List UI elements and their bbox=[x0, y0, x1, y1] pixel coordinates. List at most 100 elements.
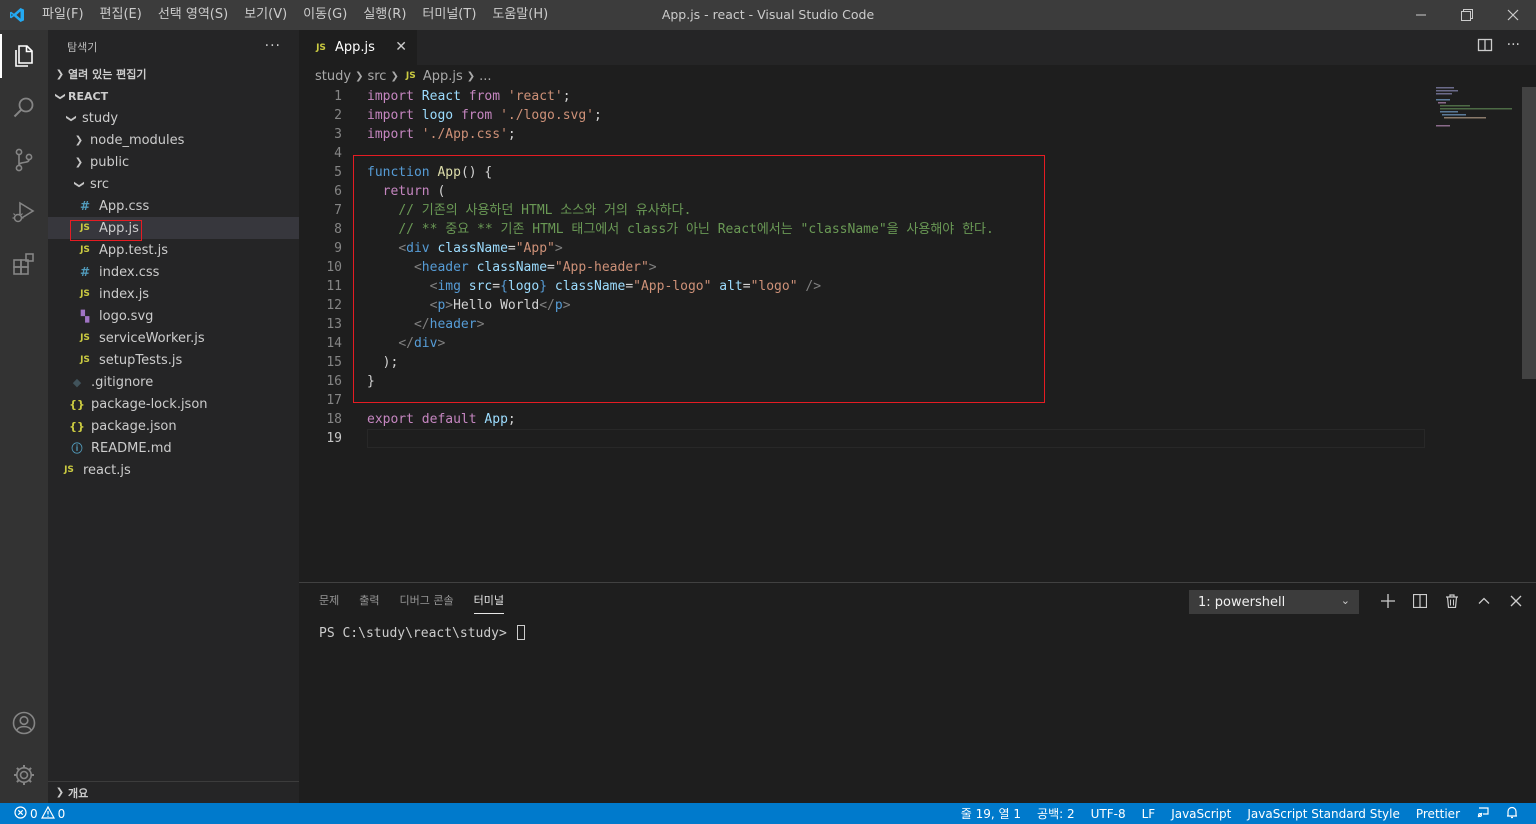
more-actions-icon[interactable]: ··· bbox=[1507, 37, 1520, 57]
terminal-output[interactable]: PS C:\study\react\study> bbox=[319, 625, 525, 641]
app-js-highlight-box bbox=[70, 220, 142, 241]
language-mode[interactable]: JavaScript bbox=[1163, 807, 1239, 821]
tab-app-js[interactable]: JS App.js ✕ bbox=[299, 30, 417, 65]
search-icon[interactable] bbox=[0, 82, 48, 134]
json-file-icon: {} bbox=[69, 419, 85, 433]
line-number: 1 bbox=[334, 89, 342, 104]
menu-file[interactable]: 파일(F) bbox=[34, 0, 92, 30]
editor-scrollbar[interactable] bbox=[1522, 87, 1536, 582]
tree-file-logo-svg[interactable]: ▚ logo.svg bbox=[48, 305, 299, 327]
problems-status[interactable]: 0 0 bbox=[14, 803, 65, 824]
open-editors-section[interactable]: ❯ 열려 있는 편집기 bbox=[48, 63, 299, 85]
end-of-line[interactable]: LF bbox=[1134, 807, 1164, 821]
error-count: 0 bbox=[30, 806, 38, 821]
bottom-panel: 문제 출력 디버그 콘솔 터미널 1: powershell ⌄ PS C:\s… bbox=[299, 582, 1536, 803]
outline-section[interactable]: ❯ 개요 bbox=[48, 781, 299, 803]
split-terminal-icon[interactable] bbox=[1410, 591, 1430, 611]
explorer-sidebar: 탐색기 ··· ❯ 열려 있는 편집기 ❯ REACT ❯ study ❯ no… bbox=[48, 30, 299, 803]
menu-run[interactable]: 실행(R) bbox=[355, 0, 414, 30]
run-debug-icon[interactable] bbox=[0, 186, 48, 238]
tree-label: package-lock.json bbox=[91, 396, 208, 412]
tree-folder-node-modules[interactable]: ❯ node_modules bbox=[48, 129, 299, 151]
code-editor[interactable]: 1 import React from 'react'; 2 import logo… bbox=[299, 87, 1536, 582]
info-file-icon: ⓘ bbox=[71, 442, 83, 455]
tab-problems[interactable]: 문제 bbox=[309, 583, 349, 618]
vscode-logo-icon bbox=[0, 0, 34, 30]
tree-file-app-css[interactable]: # App.css bbox=[48, 195, 299, 217]
tree-file-index-js[interactable]: JS index.js bbox=[48, 283, 299, 305]
extensions-icon[interactable] bbox=[0, 238, 48, 290]
linter-status[interactable]: JavaScript Standard Style bbox=[1239, 807, 1408, 821]
menu-edit[interactable]: 편집(E) bbox=[92, 0, 150, 30]
tree-file-package-lock-json[interactable]: {} package-lock.json bbox=[48, 393, 299, 415]
outline-label: 개요 bbox=[68, 786, 89, 800]
chevron-down-icon: ❯ bbox=[73, 179, 85, 189]
workspace-section[interactable]: ❯ REACT bbox=[48, 85, 299, 107]
explorer-icon[interactable] bbox=[0, 30, 48, 82]
line-number: 13 bbox=[326, 317, 342, 332]
prettier-status[interactable]: Prettier bbox=[1408, 807, 1468, 821]
tree-file-setuptests-js[interactable]: JS setupTests.js bbox=[48, 349, 299, 371]
current-line-highlight bbox=[367, 429, 1425, 448]
manage-gear-icon[interactable] bbox=[0, 749, 48, 801]
close-window-button[interactable] bbox=[1490, 0, 1536, 30]
indentation[interactable]: 공백: 2 bbox=[1029, 805, 1083, 822]
encoding[interactable]: UTF-8 bbox=[1083, 807, 1134, 821]
notifications-bell-icon[interactable] bbox=[1498, 806, 1526, 822]
line-number: 16 bbox=[326, 374, 342, 389]
split-editor-icon[interactable] bbox=[1477, 37, 1493, 57]
tree-folder-study[interactable]: ❯ study bbox=[48, 107, 299, 129]
tree-file-readme-md[interactable]: ⓘ README.md bbox=[48, 437, 299, 459]
tree-label: index.js bbox=[99, 286, 150, 302]
tree-file-app-test-js[interactable]: JS App.test.js bbox=[48, 239, 299, 261]
tab-label: App.js bbox=[335, 40, 375, 55]
accounts-icon[interactable] bbox=[0, 697, 48, 749]
menu-selection[interactable]: 선택 영역(S) bbox=[150, 0, 236, 30]
tree-label: index.css bbox=[99, 264, 160, 280]
chevron-down-icon: ❯ bbox=[54, 91, 66, 101]
scrollbar-thumb[interactable] bbox=[1522, 87, 1536, 379]
tree-folder-src[interactable]: ❯ src bbox=[48, 173, 299, 195]
terminal-select[interactable]: 1: powershell ⌄ bbox=[1189, 590, 1359, 614]
code-text: import logo from './logo.svg'; bbox=[367, 108, 602, 123]
workspace-label: REACT bbox=[68, 89, 109, 103]
js-file-icon: JS bbox=[80, 333, 90, 343]
menu-go[interactable]: 이동(G) bbox=[295, 0, 355, 30]
restore-button[interactable] bbox=[1444, 0, 1490, 30]
line-number: 2 bbox=[334, 108, 342, 123]
tree-file-package-json[interactable]: {} package.json bbox=[48, 415, 299, 437]
menu-terminal[interactable]: 터미널(T) bbox=[414, 0, 484, 30]
tree-label: .gitignore bbox=[91, 374, 154, 390]
css-file-icon: # bbox=[79, 265, 91, 279]
warning-count: 0 bbox=[57, 806, 66, 821]
breadcrumb-item[interactable]: src bbox=[367, 69, 386, 84]
tree-label: package.json bbox=[91, 418, 177, 434]
tree-label: App.test.js bbox=[99, 242, 169, 258]
close-tab-icon[interactable]: ✕ bbox=[395, 39, 407, 55]
menu-help[interactable]: 도움말(H) bbox=[484, 0, 556, 30]
breadcrumb-item[interactable]: ... bbox=[479, 69, 491, 84]
cursor-position[interactable]: 줄 19, 열 1 bbox=[953, 805, 1029, 822]
feedback-icon[interactable] bbox=[1468, 806, 1498, 822]
tab-debug-console[interactable]: 디버그 콘솔 bbox=[390, 583, 464, 618]
close-panel-icon[interactable] bbox=[1506, 591, 1526, 611]
tree-file-index-css[interactable]: # index.css bbox=[48, 261, 299, 283]
tree-folder-public[interactable]: ❯ public bbox=[48, 151, 299, 173]
chevron-right-icon: ❯ bbox=[55, 68, 65, 80]
minimap[interactable] bbox=[1436, 87, 1522, 127]
source-control-icon[interactable] bbox=[0, 134, 48, 186]
tree-file-gitignore[interactable]: ◆ .gitignore bbox=[48, 371, 299, 393]
maximize-panel-icon[interactable] bbox=[1474, 591, 1494, 611]
breadcrumb-item[interactable]: App.js bbox=[423, 69, 463, 84]
explorer-title: 탐색기 ··· bbox=[48, 30, 299, 63]
new-terminal-icon[interactable] bbox=[1378, 591, 1398, 611]
tree-file-react-js[interactable]: JS react.js bbox=[48, 459, 299, 481]
tab-terminal[interactable]: 터미널 bbox=[464, 583, 514, 618]
menu-view[interactable]: 보기(V) bbox=[236, 0, 295, 30]
trash-icon[interactable] bbox=[1442, 591, 1462, 611]
tab-output[interactable]: 출력 bbox=[349, 583, 389, 618]
more-actions-icon[interactable]: ··· bbox=[265, 38, 281, 54]
breadcrumb-item[interactable]: study bbox=[315, 69, 351, 84]
minimize-button[interactable] bbox=[1398, 0, 1444, 30]
tree-file-serviceworker-js[interactable]: JS serviceWorker.js bbox=[48, 327, 299, 349]
